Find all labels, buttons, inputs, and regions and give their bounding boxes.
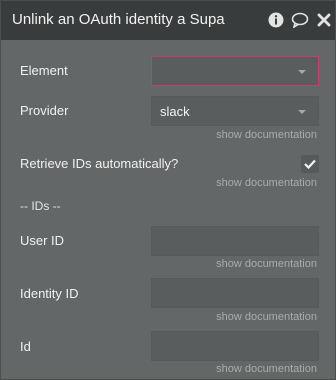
chevron-down-icon — [298, 70, 306, 74]
retrieve-ids-label: Retrieve IDs automatically? — [20, 156, 179, 171]
identity-id-input[interactable] — [151, 278, 319, 308]
identity-id-label: Identity ID — [20, 286, 79, 301]
provider-doc-link[interactable]: show documentation — [216, 129, 317, 141]
provider-dropdown[interactable]: slack — [151, 96, 319, 126]
chevron-down-icon — [298, 110, 306, 114]
id-doc-link[interactable]: show documentation — [216, 363, 317, 375]
element-label: Element — [20, 63, 68, 78]
info-icon[interactable] — [267, 11, 285, 29]
panel-header: Unlink an OAuth identity a Supa — [1, 1, 335, 40]
header-icons — [267, 11, 333, 29]
identity-id-doc-link[interactable]: show documentation — [216, 311, 317, 323]
comment-icon[interactable] — [291, 11, 309, 29]
user-id-input[interactable] — [151, 226, 319, 256]
id-label: Id — [20, 339, 31, 354]
provider-value: slack — [160, 104, 190, 119]
retrieve-ids-checkbox[interactable] — [301, 155, 319, 173]
retrieve-ids-doc-link[interactable]: show documentation — [216, 177, 317, 189]
property-editor-panel: Unlink an OAuth identity a Supa Element … — [0, 0, 336, 380]
close-icon[interactable] — [315, 11, 333, 29]
user-id-doc-link[interactable]: show documentation — [216, 258, 317, 270]
checkmark-icon — [304, 159, 316, 169]
panel-title: Unlink an OAuth identity a Supa — [12, 11, 225, 28]
provider-label: Provider — [20, 103, 69, 118]
ids-section-label: -- IDs -- — [20, 199, 61, 213]
user-id-label: User ID — [20, 233, 65, 248]
id-input[interactable] — [151, 331, 319, 361]
element-dropdown[interactable] — [151, 56, 319, 86]
